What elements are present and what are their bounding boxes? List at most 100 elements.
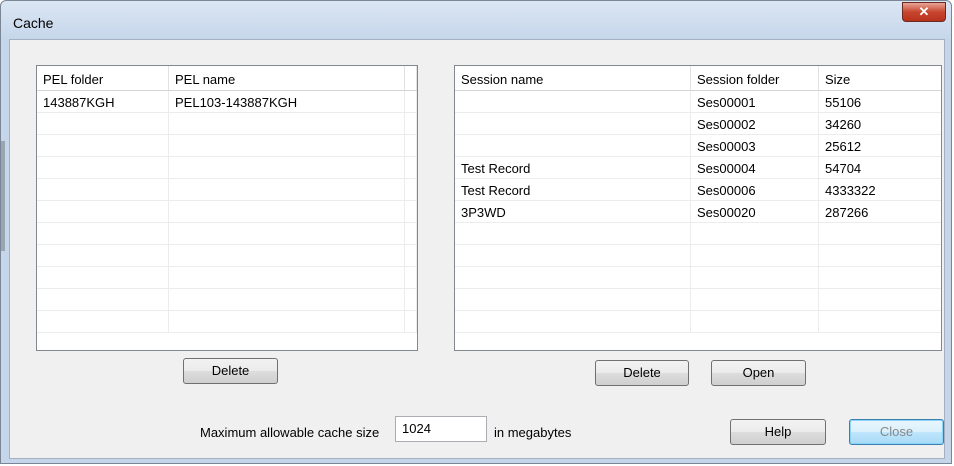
- pel-list-row[interactable]: [37, 267, 417, 289]
- pel-list-cell: [37, 311, 169, 333]
- session-list-row[interactable]: [455, 311, 941, 333]
- session-list-cell: [819, 311, 941, 333]
- help-button[interactable]: Help: [730, 419, 826, 445]
- pel-list-filler-cell: [405, 267, 417, 289]
- pel-list-cell: [169, 157, 405, 179]
- column-header-session-folder[interactable]: Session folder: [691, 66, 819, 90]
- pel-list-cell: PEL103-143887KGH: [169, 91, 405, 113]
- pel-list-cell: [37, 245, 169, 267]
- pel-list-cell: [169, 245, 405, 267]
- session-list-cell: [455, 289, 691, 311]
- session-list-cell: 55106: [825, 95, 862, 110]
- session-list[interactable]: Session name Session folder Size Ses0000…: [454, 65, 942, 351]
- pel-list-cell: [169, 289, 405, 311]
- session-list-cell: [819, 223, 941, 245]
- pel-list[interactable]: PEL folder PEL name 143887KGH PEL103-1438…: [36, 65, 418, 351]
- pel-list-row[interactable]: [37, 135, 417, 157]
- column-header-size[interactable]: Size: [819, 66, 941, 90]
- window-edge: [1, 141, 5, 251]
- pel-list-header: PEL folder PEL name: [37, 66, 417, 91]
- session-list-cell: Ses00020: [691, 201, 819, 223]
- session-list-cell: Ses00006: [691, 179, 819, 201]
- pel-list-cell: [169, 113, 405, 135]
- session-list-header: Session name Session folder Size: [455, 66, 941, 91]
- column-header-filler: [405, 66, 417, 90]
- session-list-row[interactable]: [455, 245, 941, 267]
- pel-list-cell: [37, 157, 169, 179]
- open-session-button[interactable]: Open: [711, 360, 806, 386]
- session-list-cell: [455, 91, 691, 113]
- pel-list-row[interactable]: 143887KGH PEL103-143887KGH: [37, 91, 417, 113]
- window-title: Cache: [13, 15, 54, 31]
- pel-list-cell: [169, 223, 405, 245]
- session-list-row[interactable]: [455, 267, 941, 289]
- pel-list-filler-cell: [405, 245, 417, 267]
- cache-dialog: Cache ✕ PEL folder PEL name 143887KGH PEL…: [0, 0, 952, 464]
- session-list-row[interactable]: Test Record Ses00006 4333322: [455, 179, 941, 201]
- session-list-cell: [819, 289, 941, 311]
- pel-list-row[interactable]: [37, 113, 417, 135]
- column-header-pel-folder[interactable]: PEL folder: [37, 66, 169, 90]
- session-list-cell: 54704: [825, 161, 862, 176]
- session-list-row[interactable]: [455, 289, 941, 311]
- session-list-cell: Test Record: [455, 179, 691, 201]
- pel-list-filler-cell: [405, 201, 417, 223]
- session-list-body: Ses00001 55106 Ses00002 34260 Ses00003 25612 T…: [455, 91, 941, 333]
- pel-list-filler-cell: [405, 113, 417, 135]
- pel-list-row[interactable]: [37, 289, 417, 311]
- pel-list-row[interactable]: [37, 157, 417, 179]
- pel-list-filler-cell: [405, 91, 417, 113]
- session-list-cell: [455, 113, 691, 135]
- pel-list-cell: [169, 135, 405, 157]
- session-list-cell: 34260: [825, 117, 862, 132]
- session-list-row[interactable]: 3P3WD Ses00020 287266: [455, 201, 941, 223]
- pel-list-cell: [37, 267, 169, 289]
- session-list-cell: Test Record: [455, 157, 691, 179]
- pel-list-cell: [169, 201, 405, 223]
- pel-list-row[interactable]: [37, 201, 417, 223]
- pel-list-row[interactable]: [37, 245, 417, 267]
- cache-size-input[interactable]: 1024: [395, 416, 487, 442]
- session-list-row[interactable]: Ses00001 55106: [455, 91, 941, 113]
- session-list-cell: Ses00001: [691, 91, 819, 113]
- close-button[interactable]: Close: [849, 419, 944, 445]
- session-list-cell: 3P3WD: [455, 201, 691, 223]
- session-list-cell: [691, 223, 819, 245]
- pel-list-row[interactable]: [37, 223, 417, 245]
- column-header-pel-name[interactable]: PEL name: [169, 66, 405, 90]
- session-list-cell: 25612: [825, 139, 862, 154]
- session-list-cell: Ses00003: [691, 135, 819, 157]
- column-header-session-name[interactable]: Session name: [455, 66, 691, 90]
- pel-list-filler-cell: [405, 157, 417, 179]
- session-list-cell: Ses00002: [691, 113, 819, 135]
- session-list-cell: [691, 245, 819, 267]
- session-list-cell: [691, 267, 819, 289]
- pel-list-filler-cell: [405, 223, 417, 245]
- session-list-row[interactable]: [455, 223, 941, 245]
- title-bar[interactable]: Cache ✕: [1, 1, 951, 39]
- delete-session-button[interactable]: Delete: [595, 360, 689, 386]
- pel-list-row[interactable]: [37, 311, 417, 333]
- pel-list-cell: [169, 179, 405, 201]
- session-list-cell: [455, 267, 691, 289]
- session-list-cell: [691, 289, 819, 311]
- session-list-cell: [455, 135, 691, 157]
- session-list-cell: [691, 311, 819, 333]
- dialog-client-area: PEL folder PEL name 143887KGH PEL103-1438…: [9, 39, 945, 459]
- close-icon: ✕: [918, 4, 930, 19]
- pel-list-body: 143887KGH PEL103-143887KGH: [37, 91, 417, 333]
- session-list-cell: 4333322: [825, 183, 876, 198]
- pel-list-filler-cell: [405, 179, 417, 201]
- close-window-button[interactable]: ✕: [902, 2, 946, 22]
- pel-list-cell: [37, 201, 169, 223]
- session-list-row[interactable]: Test Record Ses00004 54704: [455, 157, 941, 179]
- cache-size-label: Maximum allowable cache size: [200, 425, 380, 440]
- pel-list-filler-cell: [405, 135, 417, 157]
- pel-list-filler-cell: [405, 311, 417, 333]
- delete-pel-button[interactable]: Delete: [183, 358, 278, 384]
- pel-list-cell: [37, 113, 169, 135]
- session-list-row[interactable]: Ses00002 34260: [455, 113, 941, 135]
- session-list-cell: [819, 267, 941, 289]
- session-list-row[interactable]: Ses00003 25612: [455, 135, 941, 157]
- pel-list-row[interactable]: [37, 179, 417, 201]
